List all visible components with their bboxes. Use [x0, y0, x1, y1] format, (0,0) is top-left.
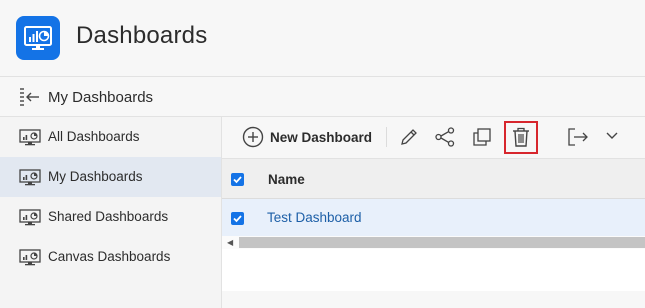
sidebar-item-shared-dashboards[interactable]: Shared Dashboards [0, 197, 221, 237]
table-header: Name [222, 158, 645, 199]
collapse-left-icon[interactable] [19, 87, 41, 107]
duplicate-icon[interactable] [471, 126, 493, 148]
app-header: Dashboards [0, 0, 645, 77]
sidebar-item-all-dashboards[interactable]: All Dashboards [0, 117, 221, 157]
scrollbar-thumb[interactable] [239, 237, 645, 248]
table-body-empty [222, 249, 645, 291]
scroll-left-arrow-icon[interactable]: ◀ [227, 239, 233, 247]
sidebar-item-label: My Dashboards [48, 169, 143, 184]
page-title: Dashboards [76, 22, 208, 49]
dashboard-icon [19, 129, 41, 146]
add-circle-icon [242, 126, 264, 148]
edit-pencil-icon[interactable] [398, 126, 420, 148]
sidebar-item-label: Canvas Dashboards [48, 249, 171, 264]
toolbar: New Dashboard [222, 117, 645, 157]
delete-trash-icon[interactable] [510, 126, 532, 148]
dashboard-icon [19, 249, 41, 266]
sub-header: My Dashboards [0, 77, 645, 117]
sidebar-item-canvas-dashboards[interactable]: Canvas Dashboards [0, 237, 221, 277]
sidebar-item-my-dashboards[interactable]: My Dashboards [0, 157, 221, 197]
dashboard-name-link[interactable]: Test Dashboard [267, 210, 362, 225]
sidebar-item-label: All Dashboards [48, 129, 140, 144]
toolbar-divider [386, 127, 387, 147]
dashboard-app-icon [16, 16, 60, 60]
dashboard-icon [19, 209, 41, 226]
chevron-down-icon[interactable] [605, 129, 627, 151]
horizontal-scrollbar[interactable]: ◀ [222, 236, 645, 249]
share-icon[interactable] [434, 126, 456, 148]
move-icon[interactable] [566, 126, 588, 148]
main-panel: New Dashboard Name Test Dashboard ◀ [222, 117, 645, 308]
new-dashboard-label: New Dashboard [270, 129, 373, 145]
sidebar-item-label: Shared Dashboards [48, 209, 169, 224]
new-dashboard-button[interactable]: New Dashboard [242, 125, 372, 149]
table-row[interactable]: Test Dashboard [222, 199, 645, 237]
sub-header-title: My Dashboards [48, 89, 154, 106]
dashboard-icon [19, 169, 41, 186]
sidebar: All Dashboards My Dashboards Shared Dash… [0, 117, 222, 308]
column-header-name[interactable]: Name [268, 172, 305, 187]
row-checkbox[interactable] [231, 212, 244, 225]
select-all-checkbox[interactable] [231, 173, 244, 186]
